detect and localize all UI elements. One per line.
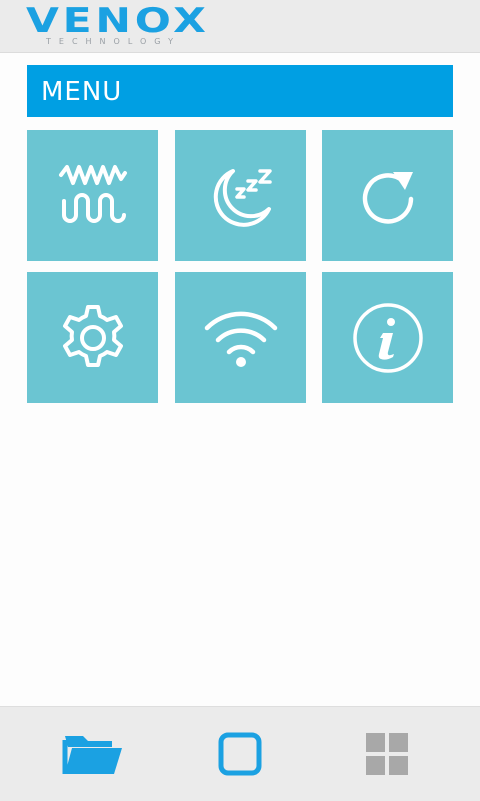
tile-settings[interactable] [27,272,158,403]
tile-refresh[interactable] [322,130,453,261]
waveform-icon [58,164,127,223]
refresh-icon [362,171,413,224]
square-icon [218,732,262,776]
tile-sleep[interactable] [175,130,306,261]
menu-title: MENU [41,77,123,107]
menu-header: MENU [27,65,453,117]
info-icon [352,302,423,373]
nav-folder-button[interactable] [33,707,153,801]
brand-tagline: TECHNOLOGY [46,37,181,46]
grid-icon [366,733,408,775]
nav-grid-button[interactable] [327,707,447,801]
folder-icon [62,736,122,774]
nav-home-button[interactable] [180,707,300,801]
tile-waveform[interactable] [27,130,158,261]
sleep-moon-icon [213,168,272,227]
wifi-icon [204,311,277,367]
brand-logo: VENOX [26,1,210,41]
tile-wifi[interactable] [175,272,306,403]
bottom-navigation [0,706,480,801]
settings-gear-icon [62,304,123,367]
tile-info[interactable] [322,272,453,403]
app-header: VENOX TECHNOLOGY [0,0,480,53]
